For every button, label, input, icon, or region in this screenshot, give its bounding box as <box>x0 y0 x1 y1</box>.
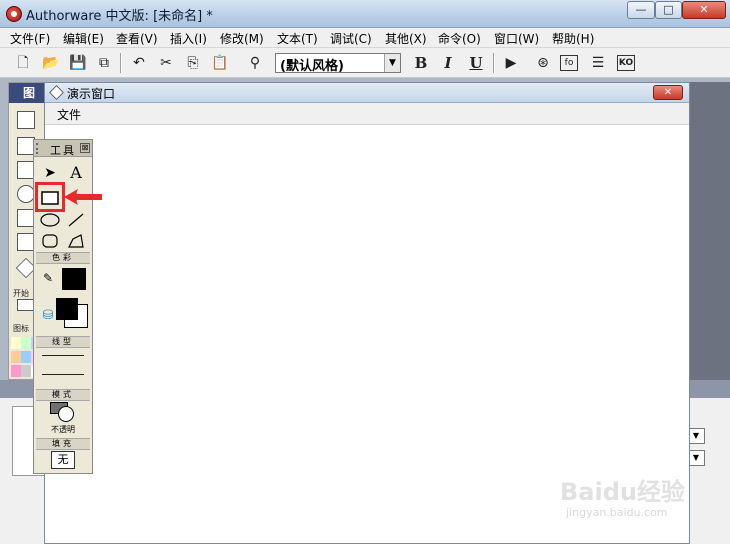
baidu-jingyan-watermark: Baidu经验 jingyan.baidu.com <box>560 462 700 522</box>
fill-pattern-swatch[interactable]: 无 <box>51 451 75 469</box>
new-file-icon[interactable]: 🗋 <box>12 52 34 74</box>
grip-handle-icon[interactable] <box>36 143 40 154</box>
pencil-color-icon[interactable]: ✎ <box>36 268 60 288</box>
minimize-button[interactable]: — <box>627 1 655 19</box>
cut-icon[interactable]: ✂ <box>155 52 177 74</box>
ellipse-tool-icon[interactable] <box>38 210 62 230</box>
variables-icon[interactable]: ☰ <box>587 52 609 74</box>
color-swatch[interactable] <box>21 351 31 363</box>
underline-button[interactable]: U <box>465 52 487 74</box>
toolbar-separator <box>493 53 495 73</box>
menu-view[interactable]: 查看(V) <box>116 30 158 47</box>
mode-section-header: 模式 <box>36 389 90 401</box>
find-icon[interactable]: ⚲ <box>244 52 266 74</box>
menu-window[interactable]: 窗口(W) <box>494 30 539 47</box>
tools-header[interactable]: 工具 ⊠ <box>34 140 92 157</box>
tools-title: 工具 <box>50 144 76 157</box>
workspace-background <box>690 82 730 380</box>
menu-edit[interactable]: 编辑(E) <box>63 30 104 47</box>
foreground-color-swatch[interactable] <box>56 298 78 320</box>
line-style-default[interactable] <box>42 374 84 375</box>
menu-command[interactable]: 命令(O) <box>438 30 481 47</box>
menu-modify[interactable]: 修改(M) <box>220 30 264 47</box>
polygon-tool-icon[interactable] <box>64 231 88 251</box>
icon-palette-header: 图标 <box>9 83 45 103</box>
line-section-header: 线型 <box>36 336 90 348</box>
fill-section-header: 填充 <box>36 438 90 450</box>
close-icon[interactable]: ⊠ <box>80 143 90 153</box>
color-section-header: 色彩 <box>36 252 90 264</box>
paste-icon[interactable]: 📋 <box>209 52 231 74</box>
toolbar-separator <box>120 53 122 73</box>
import-icon[interactable]: ⧉ <box>93 52 115 74</box>
color-swatch[interactable] <box>21 365 31 377</box>
color-swatch[interactable] <box>11 351 21 363</box>
functions-icon[interactable]: fo <box>560 55 578 71</box>
chevron-down-icon[interactable]: ▼ <box>384 54 400 72</box>
menu-debug[interactable]: 调试(C) <box>330 30 372 47</box>
start-flag-label: 开始 <box>13 289 29 298</box>
open-folder-icon[interactable]: 📂 <box>40 52 62 74</box>
text-tool-icon[interactable]: A <box>64 163 88 183</box>
presentation-window-titlebar: 演示窗口 ✕ <box>45 83 689 103</box>
line-color-swatch[interactable] <box>62 268 86 290</box>
icon-color-label: 图标 <box>13 324 29 333</box>
menu-text[interactable]: 文本(T) <box>277 30 318 47</box>
app-title: Authorware 中文版: [未命名] * <box>26 9 213 24</box>
knowledge-objects-icon[interactable]: KO <box>617 55 635 71</box>
text-style-select[interactable]: (默认风格) ▼ <box>275 53 401 74</box>
watermark-url: jingyan.baidu.com <box>566 506 668 519</box>
menu-help[interactable]: 帮助(H) <box>552 30 594 47</box>
red-arrow-icon <box>64 189 102 205</box>
toolbar: 🗋 📂 💾 ⧉ ↶ ✂ ⎘ 📋 ⚲ (默认风格) ▼ B I U ▶ ⊛ fo … <box>0 48 730 78</box>
menu-insert[interactable]: 插入(I) <box>170 30 207 47</box>
presentation-window-icon <box>49 85 64 100</box>
presentation-menu-file[interactable]: 文件 <box>57 106 81 123</box>
save-all-icon[interactable]: 💾 <box>67 52 89 74</box>
watermark-logo: Baidu经验 <box>560 478 685 506</box>
menu-file[interactable]: 文件(F) <box>10 30 50 47</box>
presentation-close-button[interactable]: ✕ <box>653 85 683 100</box>
color-swatch[interactable] <box>11 337 21 349</box>
display-icon[interactable] <box>17 111 35 129</box>
authorware-app-icon <box>6 6 22 22</box>
undo-icon[interactable]: ↶ <box>128 52 150 74</box>
menu-bar: 文件(F) 编辑(E) 查看(V) 插入(I) 修改(M) 文本(T) 调试(C… <box>0 28 730 48</box>
presentation-window-title: 演示窗口 <box>67 87 116 101</box>
mode-value-label: 不透明 <box>51 425 75 434</box>
pointer-tool-icon[interactable]: ➤ <box>38 163 62 183</box>
color-swatch[interactable] <box>11 365 21 377</box>
close-button[interactable]: ✕ <box>682 1 726 19</box>
italic-button[interactable]: I <box>437 52 459 74</box>
run-icon[interactable]: ▶ <box>500 52 522 74</box>
text-style-value: (默认风格) <box>280 59 344 74</box>
restart-icon[interactable]: ⊛ <box>532 52 554 74</box>
line-tool-icon[interactable] <box>64 210 88 230</box>
color-swatch[interactable] <box>21 337 31 349</box>
presentation-menu-bar: 文件 <box>45 103 689 125</box>
copy-icon[interactable]: ⎘ <box>182 52 204 74</box>
line-style-thin[interactable] <box>42 355 84 356</box>
rounded-rectangle-tool-icon[interactable] <box>38 231 62 251</box>
title-bar: Authorware 中文版: [未命名] * — □ ✕ <box>0 0 730 28</box>
menu-other[interactable]: 其他(X) <box>385 30 427 47</box>
bold-button[interactable]: B <box>410 52 432 74</box>
highlight-box <box>35 182 65 212</box>
maximize-button[interactable]: □ <box>655 1 682 19</box>
mode-swatch-front[interactable] <box>58 406 74 422</box>
